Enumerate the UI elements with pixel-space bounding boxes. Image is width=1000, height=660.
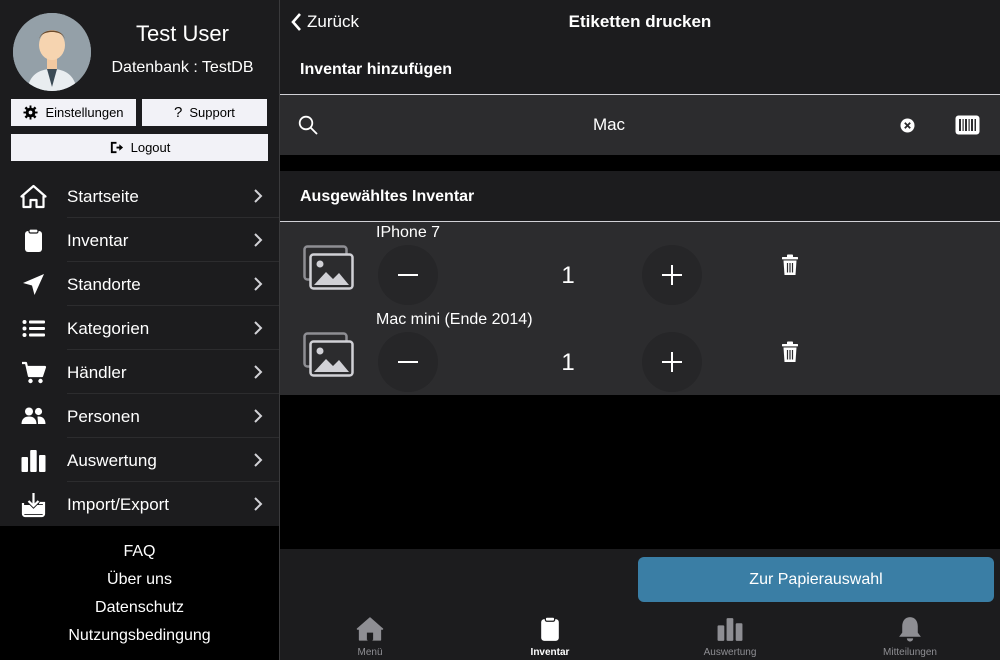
trash-icon[interactable] (780, 341, 800, 363)
tab-label: Auswertung (703, 647, 757, 658)
top-bar: Zurück Etiketten drucken (280, 0, 1000, 44)
tab-auswertung[interactable]: Auswertung (640, 611, 820, 660)
selected-inventory-header: Ausgewähltes Inventar (280, 171, 1000, 222)
chevron-left-icon (291, 13, 301, 31)
bell-icon (895, 614, 925, 644)
faq-link[interactable]: FAQ (0, 538, 279, 566)
sidebar-item-label: Startseite (67, 187, 139, 206)
user-name: Test User (136, 21, 229, 46)
chevron-right-icon (254, 365, 263, 379)
tab-inventar[interactable]: Inventar (460, 611, 640, 660)
profile-header: Test User Datenbank : TestDB (0, 0, 279, 95)
sidebar-item-standorte[interactable]: Standorte (0, 262, 279, 306)
quantity-value: 1 (561, 349, 575, 376)
location-arrow-icon (20, 271, 47, 298)
bar-chart-icon (20, 447, 47, 474)
settings-button[interactable]: Einstellungen (11, 99, 136, 126)
quantity-value: 1 (561, 262, 575, 289)
terms-link[interactable]: Nutzungsbedingung (0, 622, 279, 650)
sidebar-item-label: Händler (67, 363, 127, 382)
database-name: Datenbank : TestDB (111, 59, 254, 76)
clear-icon[interactable] (900, 118, 915, 133)
privacy-link[interactable]: Datenschutz (0, 594, 279, 622)
chevron-right-icon (254, 497, 263, 511)
sidebar: Test User Datenbank : TestDB Einstellung… (0, 0, 279, 660)
clipboard-icon (535, 614, 565, 644)
section-title: Ausgewähltes Inventar (300, 188, 475, 205)
question-icon: ? (174, 104, 183, 121)
tab-label: Mitteilungen (883, 647, 937, 658)
chevron-right-icon (254, 409, 263, 423)
back-label: Zurück (307, 12, 359, 31)
about-link[interactable]: Über uns (0, 566, 279, 594)
barcode-scan-icon[interactable] (955, 115, 980, 135)
sidebar-item-label: Standorte (67, 275, 141, 294)
logout-icon (110, 141, 123, 154)
tab-label: Inventar (530, 647, 570, 658)
avatar (13, 13, 91, 91)
support-button[interactable]: ? Support (142, 99, 267, 126)
sidebar-item-auswertung[interactable]: Auswertung (0, 438, 279, 482)
sidebar-item-label: Import/Export (67, 495, 170, 514)
decrease-button[interactable] (378, 245, 438, 305)
chevron-right-icon (254, 189, 263, 203)
increase-button[interactable] (642, 332, 702, 392)
chevron-right-icon (254, 233, 263, 247)
support-label: Support (189, 105, 235, 120)
paper-selection-button[interactable]: Zur Papierauswahl (638, 557, 994, 602)
sidebar-item-import-export[interactable]: Import/Export (0, 482, 279, 526)
logout-button[interactable]: Logout (11, 134, 268, 161)
tab-menu[interactable]: Menü (280, 611, 460, 660)
download-icon (20, 491, 47, 518)
main-panel: Zurück Etiketten drucken Inventar hinzuf… (280, 0, 1000, 660)
home-icon (20, 183, 47, 210)
gear-icon (23, 105, 38, 120)
sidebar-item-startseite[interactable]: Startseite (0, 174, 279, 218)
trash-icon[interactable] (780, 254, 800, 276)
list-item: IPhone 7 1 (280, 222, 1000, 309)
sidebar-item-personen[interactable]: Personen (0, 394, 279, 438)
chevron-right-icon (254, 321, 263, 335)
list-icon (20, 315, 47, 342)
sidebar-item-kategorien[interactable]: Kategorien (0, 306, 279, 350)
home-icon (355, 614, 385, 644)
chevron-right-icon (254, 453, 263, 467)
tab-mitteilungen[interactable]: Mitteilungen (820, 611, 1000, 660)
sidebar-item-label: Kategorien (67, 319, 150, 338)
page-title: Etiketten drucken (568, 12, 712, 31)
sidebar-item-inventar[interactable]: Inventar (0, 218, 279, 262)
sidebar-item-label: Inventar (67, 231, 129, 250)
sidebar-nav: Startseite Inventar Standorte Kategorien… (0, 174, 279, 526)
sidebar-footer-links: FAQ Über uns Datenschutz Nutzungsbedingu… (0, 526, 279, 660)
item-name: IPhone 7 (376, 224, 441, 241)
section-title: Inventar hinzufügen (300, 61, 452, 78)
clipboard-icon (20, 227, 47, 254)
bar-chart-icon (715, 614, 745, 644)
search-icon (298, 115, 318, 135)
add-inventory-header: Inventar hinzufügen (280, 44, 1000, 95)
tab-label: Menü (357, 647, 383, 658)
increase-button[interactable] (642, 245, 702, 305)
settings-label: Einstellungen (45, 105, 124, 120)
chevron-right-icon (254, 277, 263, 291)
decrease-button[interactable] (378, 332, 438, 392)
search-input[interactable] (340, 108, 878, 142)
back-button[interactable]: Zurück (290, 11, 359, 33)
sidebar-item-label: Auswertung (67, 451, 157, 470)
list-item: Mac mini (Ende 2014) 1 (280, 309, 1000, 396)
item-name: Mac mini (Ende 2014) (376, 311, 533, 328)
image-placeholder-icon (303, 245, 354, 290)
selected-items-list: IPhone 7 1 Mac mini (Ende 2014) 1 (280, 222, 1000, 395)
cart-icon (20, 359, 47, 386)
image-placeholder-icon (303, 332, 354, 377)
people-icon (20, 403, 47, 430)
logout-label: Logout (130, 140, 171, 155)
sidebar-item-label: Personen (67, 407, 140, 426)
search-bar (280, 95, 1000, 155)
sidebar-item-haendler[interactable]: Händler (0, 350, 279, 394)
